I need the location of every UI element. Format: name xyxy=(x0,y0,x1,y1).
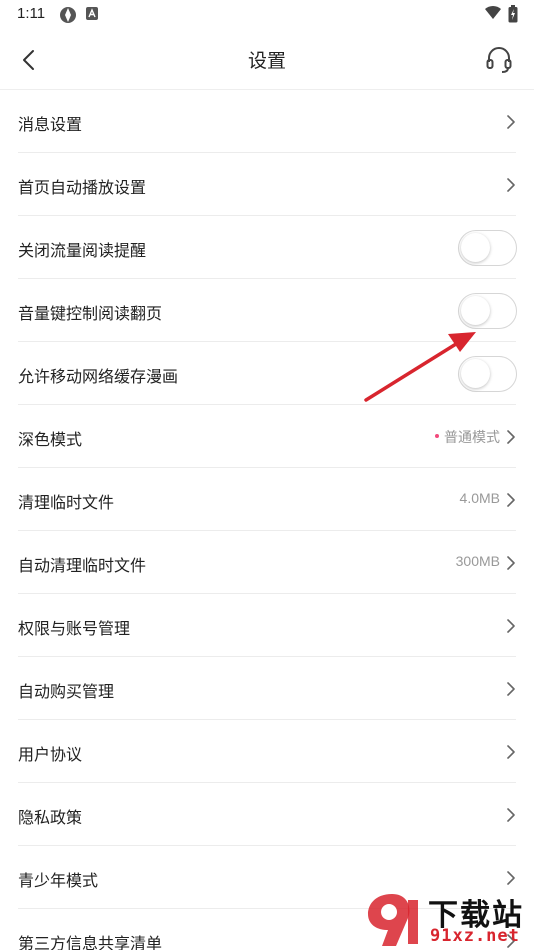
chevron-right-icon xyxy=(507,682,515,696)
status-time: 1:11 xyxy=(17,5,46,22)
row-label: 音量键控制阅读翻页 xyxy=(18,304,163,323)
chevron-right-icon xyxy=(507,808,515,822)
auto-clear-value: 300MB xyxy=(455,553,500,569)
app-notification-icon xyxy=(60,7,76,23)
row-label: 青少年模式 xyxy=(18,871,99,890)
settings-row-teen-mode[interactable]: 青少年模式 xyxy=(0,846,534,909)
dark-mode-value: 普通模式 xyxy=(444,429,500,445)
a-notification-icon xyxy=(86,7,98,20)
chevron-right-icon xyxy=(507,430,515,444)
page-title: 设置 xyxy=(247,50,286,72)
toggle-knob xyxy=(461,359,490,388)
headset-icon xyxy=(486,47,512,73)
settings-row-home-autoplay[interactable]: 首页自动播放设置 xyxy=(0,153,534,216)
row-label: 权限与账号管理 xyxy=(18,619,131,638)
data-reminder-toggle[interactable] xyxy=(458,230,517,266)
new-dot xyxy=(435,434,439,439)
customer-support-button[interactable] xyxy=(482,43,516,77)
app-header: 设置 xyxy=(0,30,534,90)
row-label: 第三方信息共享清单 xyxy=(18,934,163,950)
settings-row-messages[interactable]: 消息设置 xyxy=(0,90,534,153)
toggle-knob xyxy=(461,296,490,325)
settings-row-permissions-account[interactable]: 权限与账号管理 xyxy=(0,594,534,657)
row-label: 首页自动播放设置 xyxy=(18,178,147,197)
row-label: 隐私政策 xyxy=(18,808,83,827)
chevron-right-icon xyxy=(507,493,515,507)
row-label: 消息设置 xyxy=(18,115,83,134)
settings-row-clear-temp[interactable]: 清理临时文件 4.0MB xyxy=(0,468,534,531)
settings-row-volume-page-turn: 音量键控制阅读翻页 xyxy=(0,279,534,342)
row-value: 普通模式 xyxy=(435,427,500,447)
row-label: 深色模式 xyxy=(18,430,83,449)
settings-row-privacy-policy[interactable]: 隐私政策 xyxy=(0,783,534,846)
battery-charging-icon xyxy=(508,5,518,23)
row-label: 自动清理临时文件 xyxy=(18,556,147,575)
temp-size-value: 4.0MB xyxy=(459,490,500,506)
chevron-right-icon xyxy=(507,178,515,192)
chevron-right-icon xyxy=(507,871,515,885)
volume-page-turn-toggle[interactable] xyxy=(458,293,517,329)
settings-row-auto-clear-temp[interactable]: 自动清理临时文件 300MB xyxy=(0,531,534,594)
settings-row-third-party-sharing[interactable]: 第三方信息共享清单 xyxy=(0,909,534,950)
chevron-right-icon xyxy=(507,556,515,570)
settings-row-auto-purchase[interactable]: 自动购买管理 xyxy=(0,657,534,720)
row-label: 清理临时文件 xyxy=(18,493,115,512)
row-label: 自动购买管理 xyxy=(18,682,115,701)
settings-row-data-reminder: 关闭流量阅读提醒 xyxy=(0,216,534,279)
wifi-icon xyxy=(485,5,501,19)
settings-list: 消息设置 首页自动播放设置 关闭流量阅读提醒 音量键控制阅读翻页 允许移动网络缓… xyxy=(0,90,534,950)
chevron-right-icon xyxy=(507,115,515,129)
toggle-knob xyxy=(461,233,490,262)
status-bar: 1:11 xyxy=(0,0,534,30)
chevron-right-icon xyxy=(507,745,515,759)
mobile-cache-toggle[interactable] xyxy=(458,356,517,392)
row-label: 用户协议 xyxy=(18,745,83,764)
row-label: 允许移动网络缓存漫画 xyxy=(18,367,179,386)
settings-row-user-agreement[interactable]: 用户协议 xyxy=(0,720,534,783)
settings-row-mobile-cache: 允许移动网络缓存漫画 xyxy=(0,342,534,405)
settings-row-dark-mode[interactable]: 深色模式 普通模式 xyxy=(0,405,534,468)
chevron-right-icon xyxy=(507,619,515,633)
chevron-right-icon xyxy=(507,934,515,948)
row-label: 关闭流量阅读提醒 xyxy=(18,241,147,260)
